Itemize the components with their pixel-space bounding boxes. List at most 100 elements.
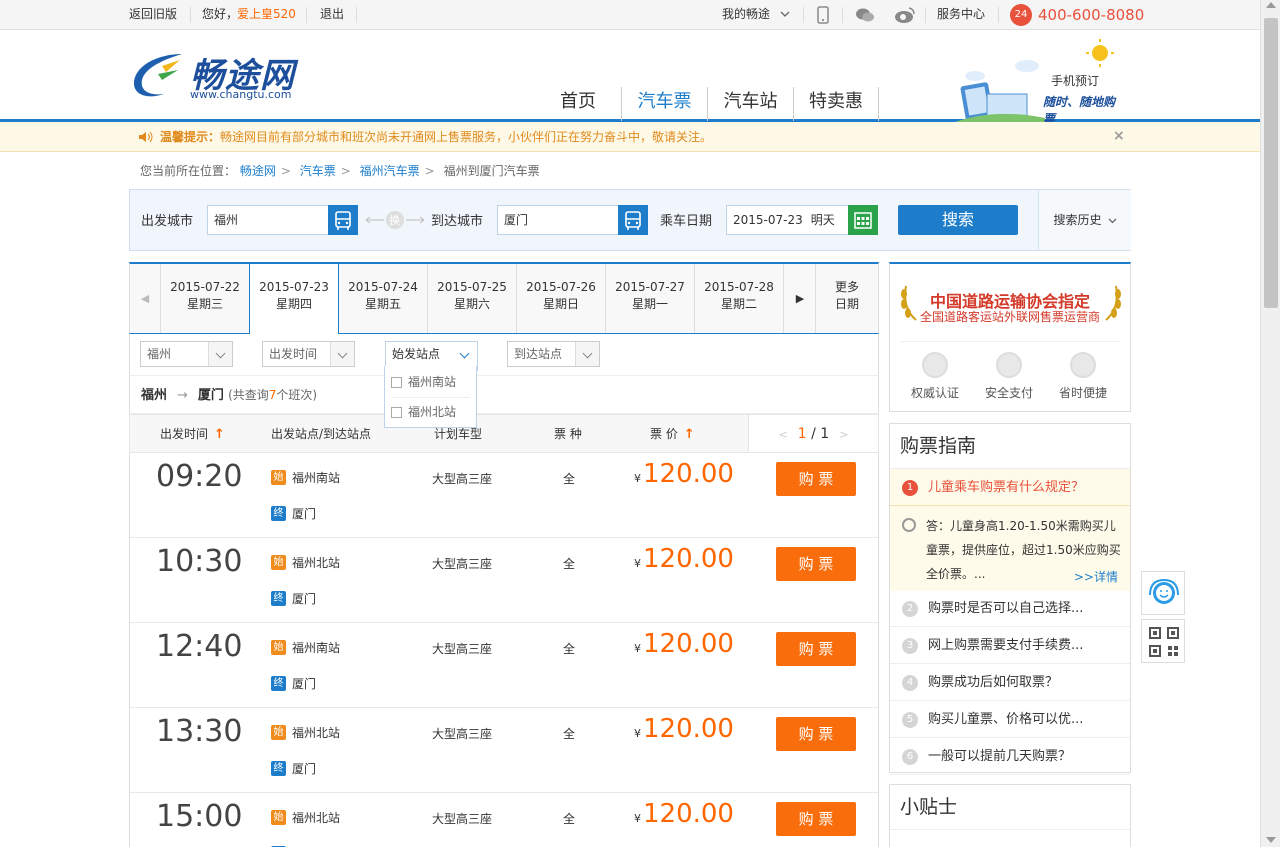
mobile-booking-promo[interactable]: 手机预订 随时、随地购票 bbox=[955, 38, 1125, 126]
depart-time-header[interactable]: 出发时间 ↑ bbox=[160, 415, 225, 454]
route-from: 福州 bbox=[141, 388, 168, 403]
details-link[interactable]: >>详情 bbox=[1074, 565, 1118, 589]
logo-url: www.changtu.com bbox=[190, 88, 292, 101]
guide-question[interactable]: 6 一般可以提前几天购票？ bbox=[890, 738, 1130, 775]
date-tab-weekday: 星期日 bbox=[542, 297, 579, 311]
handshake-icon bbox=[1070, 352, 1096, 378]
guide-question[interactable]: 3 网上购票需要支付手续费... bbox=[890, 627, 1130, 664]
checkbox[interactable] bbox=[391, 406, 402, 418]
calendar-button[interactable] bbox=[848, 205, 878, 235]
nav-home[interactable]: 首页 bbox=[535, 87, 621, 121]
divider bbox=[306, 7, 307, 23]
checkbox[interactable] bbox=[391, 376, 402, 388]
to-station-filter-select[interactable]: 到达站点 bbox=[507, 341, 600, 367]
headset-icon bbox=[1149, 578, 1179, 604]
end-station-name: 厦门 bbox=[292, 762, 317, 776]
to-city-input[interactable]: 厦门 bbox=[497, 205, 620, 235]
scroll-up-icon[interactable] bbox=[1266, 2, 1276, 8]
sort-arrow-icon[interactable]: ↑ bbox=[214, 427, 225, 442]
start-tag-icon: 始 bbox=[271, 640, 286, 655]
buy-ticket-button[interactable]: 购 票 bbox=[776, 547, 856, 581]
username-link[interactable]: 爱上皇520 bbox=[237, 0, 296, 30]
total-pages: / 1 bbox=[811, 426, 830, 442]
swap-cities-button[interactable]: 换 bbox=[364, 210, 426, 230]
next-dates-button[interactable]: ▶ bbox=[785, 264, 816, 333]
station-option[interactable]: 福州北站 bbox=[391, 399, 456, 425]
price-header[interactable]: 票 价 ↑ bbox=[650, 415, 695, 454]
ticket-kind: 全 bbox=[563, 812, 576, 826]
prev-page-icon[interactable]: < bbox=[779, 428, 788, 441]
next-page-icon[interactable]: > bbox=[839, 428, 848, 441]
mobile-icon[interactable] bbox=[817, 6, 829, 24]
scroll-thumb[interactable] bbox=[1264, 18, 1278, 308]
more-dates-button[interactable]: 更多 日期 bbox=[816, 264, 878, 333]
price-header-label: 票 价 bbox=[650, 427, 678, 441]
end-station-name: 厦门 bbox=[292, 592, 317, 606]
date-tab-weekday: 星期三 bbox=[186, 297, 223, 311]
date-tab[interactable]: 2015-07-22 星期三 bbox=[161, 264, 250, 333]
from-station-picker[interactable] bbox=[328, 205, 358, 235]
date-tab[interactable]: 2015-07-28 星期二 bbox=[695, 264, 784, 333]
date-tab-weekday: 星期一 bbox=[631, 297, 668, 311]
chevron-down-icon bbox=[1108, 218, 1116, 223]
back-old-version-link[interactable]: 返回旧版 bbox=[129, 0, 177, 30]
result-count-suffix: 个班次) bbox=[276, 388, 318, 402]
nav-bus-stations[interactable]: 汽车站 bbox=[707, 87, 793, 121]
search-button[interactable]: 搜索 bbox=[898, 205, 1018, 235]
price-value: 120.00 bbox=[643, 459, 734, 489]
date-tab[interactable]: 2015-07-27 星期一 bbox=[606, 264, 695, 333]
scroll-down-icon[interactable] bbox=[1266, 837, 1276, 843]
from-city-input[interactable]: 福州 bbox=[207, 205, 330, 235]
weibo-icon[interactable] bbox=[894, 6, 916, 24]
qr-code-button[interactable] bbox=[1141, 619, 1185, 663]
date-input[interactable]: 2015-07-23 明天 bbox=[726, 205, 850, 235]
breadcrumb-home[interactable]: 畅途网 bbox=[240, 164, 276, 178]
buy-ticket-button[interactable]: 购 票 bbox=[776, 717, 856, 751]
city-filter-select[interactable]: 福州 bbox=[140, 341, 233, 367]
start-station-name: 福州北站 bbox=[292, 726, 341, 740]
prev-dates-button[interactable]: ◀ bbox=[130, 264, 161, 333]
close-icon[interactable]: × bbox=[1113, 128, 1125, 144]
search-history-button[interactable]: 搜索历史 bbox=[1038, 190, 1131, 250]
service-center-link[interactable]: 服务中心 bbox=[937, 0, 985, 30]
guide-question[interactable]: 2 购票时是否可以自己选择... bbox=[890, 590, 1130, 627]
route-summary: 福州 → 厦门 (共查询7个班次) bbox=[129, 376, 879, 414]
date-tab[interactable]: 2015-07-26 星期日 bbox=[517, 264, 606, 333]
buy-ticket-button[interactable]: 购 票 bbox=[776, 802, 856, 836]
hotline-number: 400-600-8080 bbox=[1038, 6, 1145, 24]
customer-service-button[interactable] bbox=[1141, 571, 1185, 615]
number-badge: 6 bbox=[902, 749, 918, 765]
stations-header: 出发站点/到达站点 bbox=[271, 427, 372, 441]
page-scrollbar[interactable] bbox=[1260, 0, 1280, 847]
tips-title: 小贴士 bbox=[890, 785, 1130, 830]
date-tab-selected[interactable]: 2015-07-23 星期四 bbox=[249, 262, 339, 334]
nav-specials[interactable]: 特卖惠 bbox=[793, 87, 879, 121]
guide-question[interactable]: 5 购买儿童票、价格可以优... bbox=[890, 701, 1130, 738]
breadcrumb-sep: > bbox=[424, 164, 435, 178]
nav-bus-tickets[interactable]: 汽车票 bbox=[621, 87, 707, 124]
qr-code-icon bbox=[1149, 627, 1179, 657]
depart-time: 09:20 bbox=[156, 459, 243, 494]
logout-link[interactable]: 退出 bbox=[320, 0, 344, 30]
date-tab[interactable]: 2015-07-25 星期六 bbox=[428, 264, 517, 333]
chevron-down-icon bbox=[780, 11, 790, 17]
end-tag-icon: 终 bbox=[271, 676, 286, 691]
station-option[interactable]: 福州南站 bbox=[391, 369, 456, 395]
sort-arrow-icon[interactable]: ↑ bbox=[684, 427, 695, 442]
breadcrumb-bus-tickets[interactable]: 汽车票 bbox=[300, 164, 336, 178]
site-logo[interactable]: 畅途网 www.changtu.com bbox=[130, 44, 310, 106]
trip-row: 10:30 始福州北站 终厦门 大型高三座 全 ¥120.00 购 票 bbox=[130, 538, 878, 623]
breadcrumb-fuzhou[interactable]: 福州汽车票 bbox=[360, 164, 420, 178]
date-tab[interactable]: 2015-07-24 星期五 bbox=[339, 264, 428, 333]
my-account-menu[interactable]: 我的畅途 bbox=[722, 0, 770, 30]
notice-body: 畅途网目前有部分城市和班次尚未开通网上售票服务，小伙伴们正在努力奋斗中，敬请关注… bbox=[220, 130, 713, 144]
end-station: 终厦门 bbox=[271, 590, 316, 607]
buy-ticket-button[interactable]: 购 票 bbox=[776, 462, 856, 496]
guide-question[interactable]: 1 儿童乘车购票有什么规定？ bbox=[890, 469, 1130, 506]
buy-ticket-button[interactable]: 购 票 bbox=[776, 632, 856, 666]
time-filter-select[interactable]: 出发时间 bbox=[262, 341, 355, 367]
guide-question[interactable]: 4 购票成功后如何取票？ bbox=[890, 664, 1130, 701]
to-station-picker[interactable] bbox=[618, 205, 648, 235]
shield-icon bbox=[922, 352, 948, 378]
wechat-icon[interactable] bbox=[855, 7, 875, 23]
